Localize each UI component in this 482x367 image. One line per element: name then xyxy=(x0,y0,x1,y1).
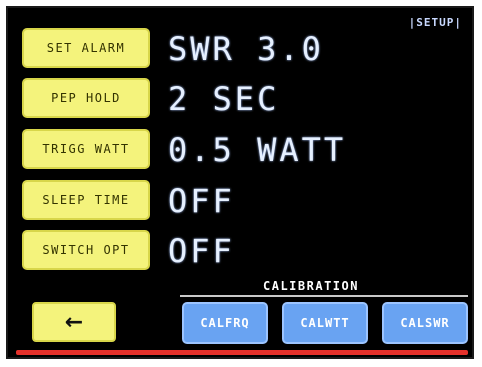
sleep-time-value: OFF xyxy=(168,182,235,220)
set-alarm-button[interactable]: SET ALARM xyxy=(22,28,150,68)
switch-opt-button[interactable]: SWITCH OPT xyxy=(22,230,150,270)
calibration-title: CALIBRATION xyxy=(263,279,359,293)
trigg-watt-value: 0.5 WATT xyxy=(168,131,347,169)
pep-hold-button[interactable]: PEP HOLD xyxy=(22,78,150,118)
trigg-watt-button[interactable]: TRIGG WATT xyxy=(22,129,150,169)
calwtt-button[interactable]: CALWTT xyxy=(282,302,368,344)
set-alarm-value: SWR 3.0 xyxy=(168,30,324,68)
device-screen: |SETUP| SET ALARM SWR 3.0 PEP HOLD 2 SEC… xyxy=(6,6,474,359)
calibration-divider xyxy=(180,295,468,297)
back-arrow-icon: ← xyxy=(64,309,84,335)
page-title: |SETUP| xyxy=(408,16,462,29)
switch-opt-value: OFF xyxy=(168,232,235,270)
status-bar xyxy=(16,350,468,355)
pep-hold-value: 2 SEC xyxy=(168,80,280,118)
back-button[interactable]: ← xyxy=(32,302,116,342)
calswr-button[interactable]: CALSWR xyxy=(382,302,468,344)
calfrq-button[interactable]: CALFRQ xyxy=(182,302,268,344)
sleep-time-button[interactable]: SLEEP TIME xyxy=(22,180,150,220)
